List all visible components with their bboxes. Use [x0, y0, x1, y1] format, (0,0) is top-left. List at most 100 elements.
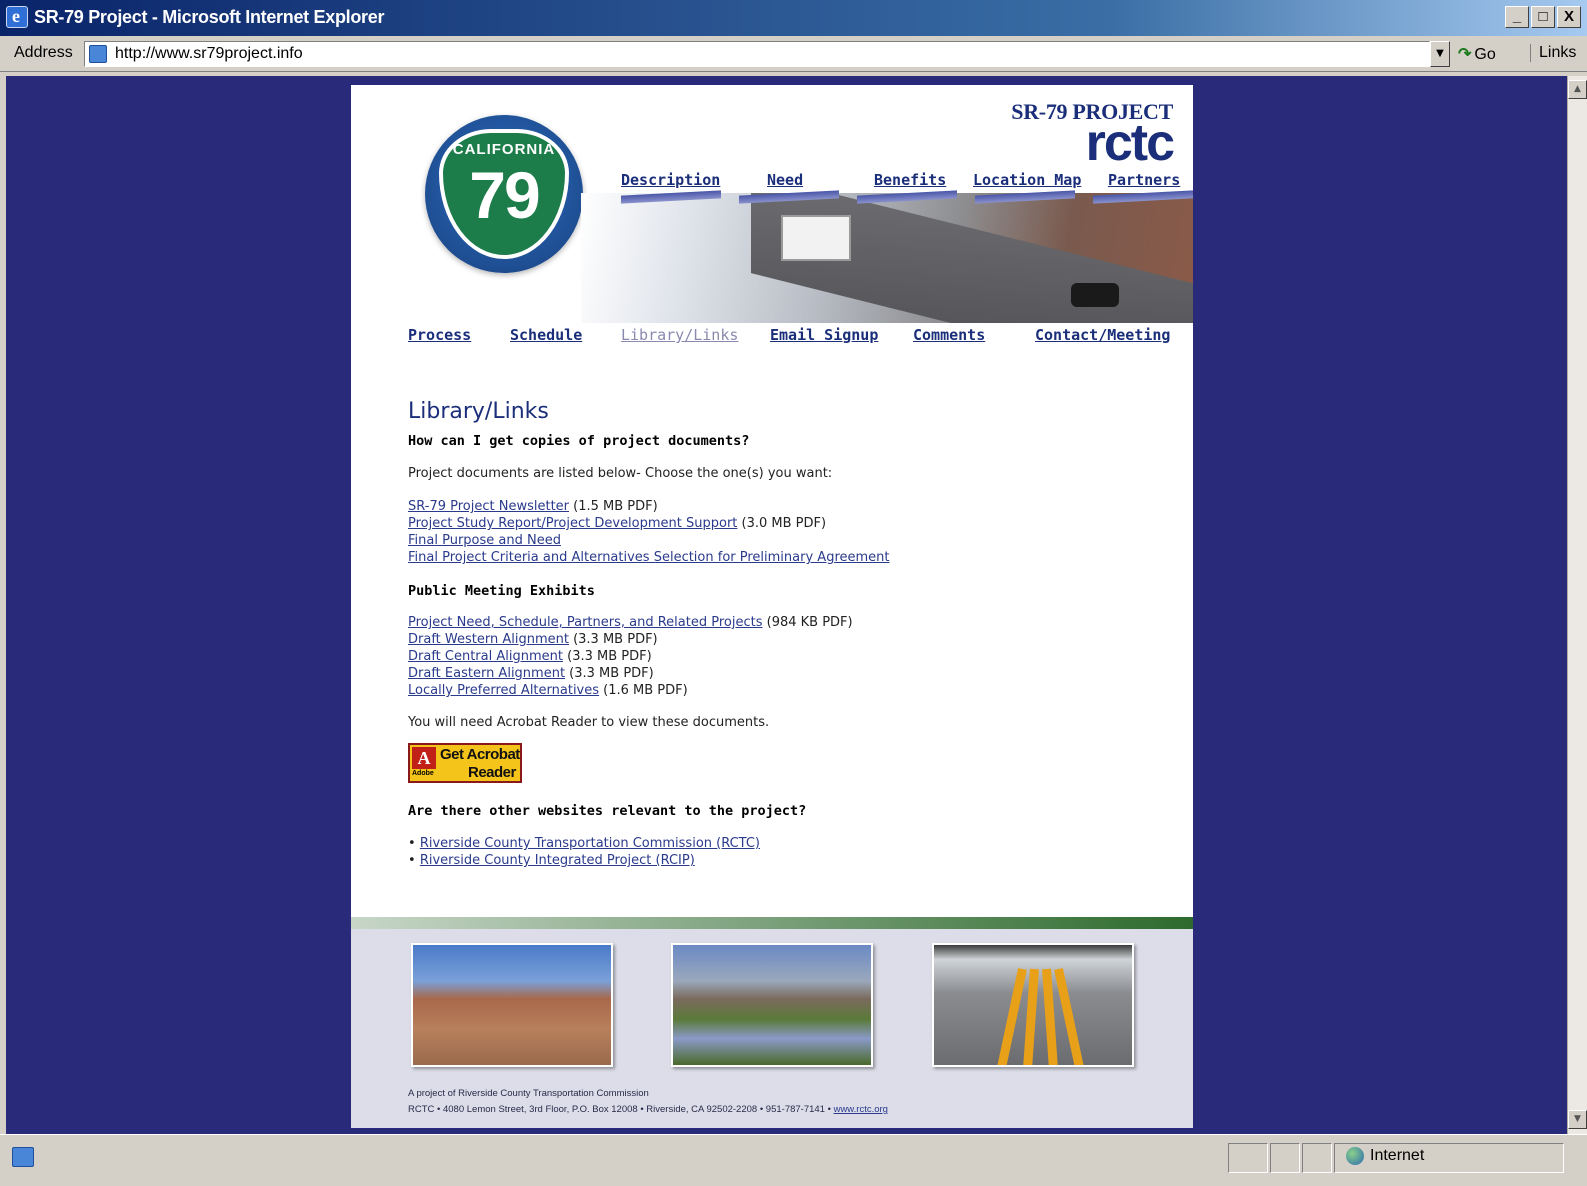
footer-address: RCTC • 4080 Lemon Street, 3rd Floor, P.O… [408, 1104, 888, 1115]
tab-bar-need [739, 190, 839, 204]
scroll-up-button[interactable]: ▲ [1568, 80, 1587, 99]
address-bar: Address http://www.sr79project.info ▼ ↷ G… [0, 36, 1587, 72]
tab-need[interactable]: Need [767, 171, 803, 189]
window-title: SR-79 Project - Microsoft Internet Explo… [34, 7, 385, 27]
tab-benefits[interactable]: Benefits [874, 171, 946, 189]
zone-label: Internet [1370, 1147, 1425, 1165]
reader-label: Reader [468, 764, 516, 781]
go-button[interactable]: ↷ Go [1458, 44, 1496, 64]
go-label: Go [1474, 46, 1496, 63]
title-bar: SR-79 Project - Microsoft Internet Explo… [0, 0, 1587, 36]
exhibit-size: (984 KB PDF) [762, 615, 853, 630]
get-acrobat-reader-button[interactable]: A Adobe Get Acrobat Reader [408, 743, 522, 783]
exhibit-link-western[interactable]: Draft Western Alignment [408, 632, 569, 647]
doc-link-purpose-need[interactable]: Final Purpose and Need [408, 533, 561, 548]
main-nav: Description Need Benefits Location Map P… [621, 171, 1193, 211]
exhibit-link-eastern[interactable]: Draft Eastern Alignment [408, 666, 565, 681]
desert-landscape-photo [411, 943, 613, 1067]
exhibit-size: (1.6 MB PDF) [599, 683, 688, 698]
footer-rctc-link[interactable]: www.rctc.org [834, 1104, 888, 1115]
tab-bar-location-map [975, 190, 1075, 204]
website-item: • Riverside County Transportation Commis… [408, 836, 761, 851]
maximize-button[interactable]: □ [1531, 6, 1555, 28]
subnav-process[interactable]: Process [408, 326, 471, 344]
ca-79-shield-logo[interactable]: CALIFORNIA 79 [425, 115, 583, 273]
road-line [995, 968, 1027, 1065]
exhibits-heading: Public Meeting Exhibits [408, 583, 595, 599]
doc-item: Final Purpose and Need [408, 533, 561, 548]
exhibit-item: Locally Preferred Alternatives (1.6 MB P… [408, 683, 688, 698]
footer-credit: A project of Riverside County Transporta… [408, 1088, 649, 1099]
acrobat-note: You will need Acrobat Reader to view the… [408, 715, 770, 730]
intro-text: Project documents are listed below- Choo… [408, 466, 833, 481]
subnav-contact-meeting[interactable]: Contact/Meeting [1035, 326, 1170, 344]
exhibit-size: (3.3 MB PDF) [562, 649, 652, 664]
page-status-icon [12, 1147, 34, 1167]
vertical-scrollbar[interactable]: ▲ ▼ [1567, 76, 1587, 1134]
exhibit-link-preferred[interactable]: Locally Preferred Alternatives [408, 683, 599, 698]
security-zone[interactable]: Internet [1346, 1147, 1424, 1165]
tab-location-map[interactable]: Location Map [973, 171, 1081, 189]
go-arrow-icon: ↷ [1458, 46, 1472, 63]
website-item: • Riverside County Integrated Project (R… [408, 853, 695, 868]
status-panel [1228, 1143, 1268, 1173]
exhibit-item: Draft Central Alignment (3.3 MB PDF) [408, 649, 652, 664]
wildflowers-photo [671, 943, 873, 1067]
footer: A project of Riverside County Transporta… [351, 917, 1193, 1128]
exhibit-size: (3.3 MB PDF) [565, 666, 654, 681]
doc-item: SR-79 Project Newsletter (1.5 MB PDF) [408, 499, 658, 514]
browser-viewport: CALIFORNIA 79 SR-79 PROJECT rctc Descrip… [6, 76, 1567, 1134]
status-panel [1302, 1143, 1332, 1173]
subnav-library-links[interactable]: Library/Links [621, 326, 738, 344]
doc-link-study-report[interactable]: Project Study Report/Project Development… [408, 516, 737, 531]
exhibit-item: Draft Eastern Alignment (3.3 MB PDF) [408, 666, 654, 681]
subnav-schedule[interactable]: Schedule [510, 326, 582, 344]
road-line [1054, 968, 1086, 1065]
page-icon [89, 45, 107, 63]
doc-size: (3.0 MB PDF) [737, 516, 827, 531]
address-label: Address [14, 44, 73, 61]
scroll-down-button[interactable]: ▼ [1568, 1110, 1587, 1129]
minimize-button[interactable]: _ [1505, 6, 1529, 28]
tab-description[interactable]: Description [621, 171, 720, 189]
car-graphic [1071, 283, 1119, 307]
globe-icon [1346, 1147, 1364, 1165]
tab-bar-benefits [857, 190, 957, 204]
shield-route-number: 79 [469, 158, 540, 232]
tab-partners[interactable]: Partners [1108, 171, 1180, 189]
tab-bar-partners [1093, 190, 1193, 204]
adobe-label: Adobe [412, 770, 434, 777]
website-link-rctc[interactable]: Riverside County Transportation Commissi… [420, 836, 760, 851]
exhibit-item: Project Need, Schedule, Partners, and Re… [408, 615, 853, 630]
links-button[interactable]: Links [1530, 44, 1576, 62]
status-panel [1270, 1143, 1300, 1173]
road-line [1022, 968, 1039, 1065]
web-page: CALIFORNIA 79 SR-79 PROJECT rctc Descrip… [351, 85, 1193, 1128]
address-dropdown-button[interactable]: ▼ [1430, 41, 1450, 67]
ie-logo-icon[interactable] [6, 6, 28, 28]
doc-link-newsletter[interactable]: SR-79 Project Newsletter [408, 499, 569, 514]
exhibit-link-central[interactable]: Draft Central Alignment [408, 649, 563, 664]
adobe-acrobat-icon: A [412, 747, 436, 769]
exhibit-item: Draft Western Alignment (3.3 MB PDF) [408, 632, 658, 647]
rctc-logo[interactable]: rctc [1086, 113, 1175, 173]
status-bar: Internet [0, 1134, 1587, 1186]
website-link-rcip[interactable]: Riverside County Integrated Project (RCI… [420, 853, 695, 868]
footer-stripe [351, 917, 1193, 929]
subnav-email-signup[interactable]: Email Signup [770, 326, 878, 344]
address-input[interactable]: http://www.sr79project.info [84, 41, 1430, 67]
get-acrobat-label: Get Acrobat [440, 746, 520, 763]
close-button[interactable]: X [1557, 6, 1581, 28]
doc-item: Final Project Criteria and Alternatives … [408, 550, 890, 565]
subnav-comments[interactable]: Comments [913, 326, 985, 344]
question-websites: Are there other websites relevant to the… [408, 803, 807, 819]
shield-face: CALIFORNIA 79 [439, 129, 569, 259]
url-text[interactable]: http://www.sr79project.info [115, 45, 303, 63]
exhibit-link-need-schedule[interactable]: Project Need, Schedule, Partners, and Re… [408, 615, 762, 630]
doc-link-criteria-alternatives[interactable]: Final Project Criteria and Alternatives … [408, 550, 890, 565]
shield-state-text: CALIFORNIA [452, 141, 556, 158]
sub-nav: Process Schedule Library/Links Email Sig… [408, 326, 1188, 348]
question-documents: How can I get copies of project document… [408, 433, 750, 449]
doc-size: (1.5 MB PDF) [569, 499, 658, 514]
doc-item: Project Study Report/Project Development… [408, 516, 826, 531]
